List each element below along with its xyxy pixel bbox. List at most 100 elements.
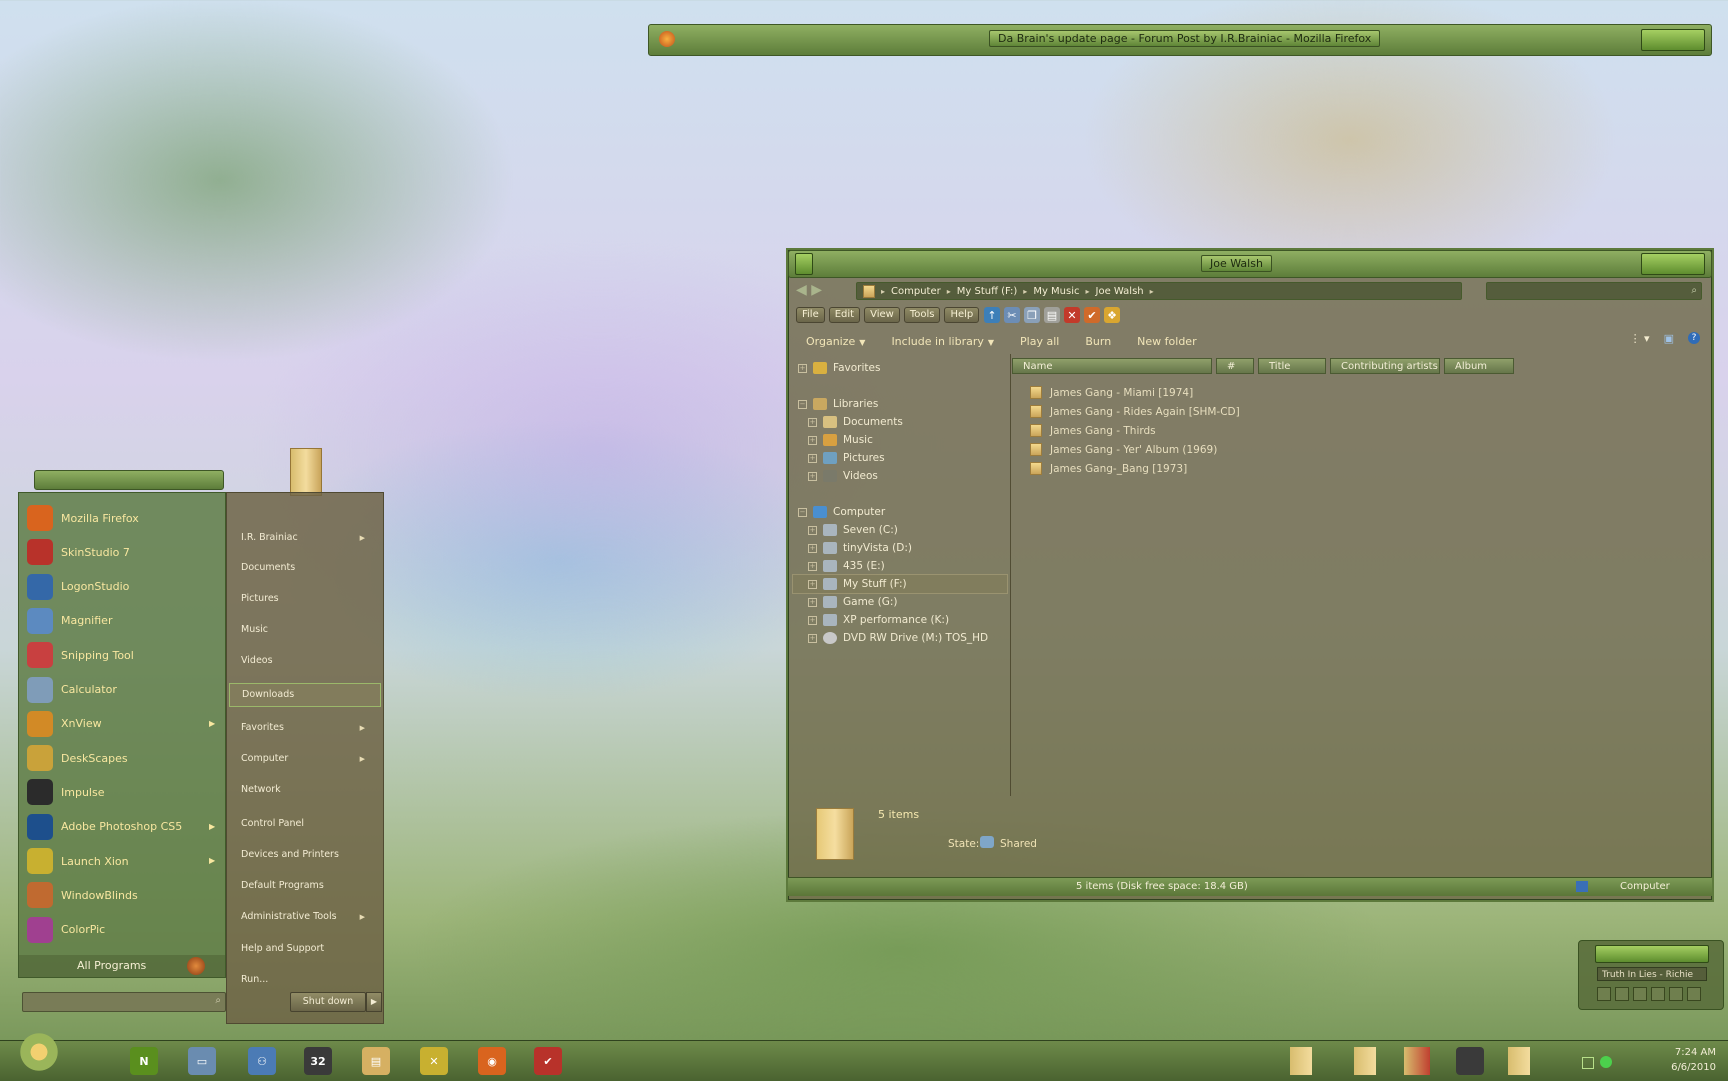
firefox-window[interactable]: Da Brain's update page - Forum Post by I…: [648, 24, 1712, 60]
menu-tools[interactable]: Tools: [903, 307, 941, 323]
xion-icon[interactable]: ✕: [420, 1047, 448, 1075]
firefox-titlebar[interactable]: Da Brain's update page - Forum Post by I…: [648, 24, 1712, 56]
start-place-item[interactable]: Default Programs: [229, 875, 379, 897]
nav-music[interactable]: + Music: [808, 434, 873, 446]
search-input[interactable]: ⌕: [1486, 282, 1702, 300]
start-program-item[interactable]: WindowBlinds: [27, 882, 138, 909]
start-place-item[interactable]: Videos: [229, 650, 379, 672]
nav-pictures[interactable]: + Pictures: [808, 452, 885, 464]
view-options-icon[interactable]: ⋮ ▾: [1630, 332, 1650, 345]
list-item[interactable]: James Gang - Miami [1974]: [1030, 386, 1193, 399]
nvidia-icon[interactable]: N: [130, 1047, 158, 1075]
start-program-item[interactable]: Magnifier: [27, 607, 112, 634]
next-icon[interactable]: [1669, 987, 1683, 1001]
up-icon[interactable]: ↑: [984, 307, 1000, 323]
cut-icon[interactable]: ✂: [1004, 307, 1020, 323]
nav-documents[interactable]: + Documents: [808, 416, 903, 428]
play-all-button[interactable]: Play all: [1020, 335, 1059, 348]
menu-file[interactable]: File: [796, 307, 825, 323]
list-item[interactable]: James Gang - Thirds: [1030, 424, 1156, 437]
start-place-item[interactable]: Run...: [229, 969, 379, 991]
collapse-icon[interactable]: −: [798, 399, 807, 409]
nav-drive-k[interactable]: + XP performance (K:): [808, 614, 949, 626]
burn-button[interactable]: Burn: [1085, 335, 1111, 348]
column-number[interactable]: #: [1216, 358, 1254, 374]
calendar-icon[interactable]: 32: [304, 1047, 332, 1075]
start-program-item[interactable]: Impulse: [27, 779, 104, 806]
breadcrumb-joewalsh[interactable]: Joe Walsh: [1096, 286, 1144, 297]
prev-icon[interactable]: [1597, 987, 1611, 1001]
nav-drive-f[interactable]: + My Stuff (F:): [808, 578, 907, 590]
explorer-icon[interactable]: ▤: [362, 1047, 390, 1075]
nav-drive-c[interactable]: + Seven (C:): [808, 524, 898, 536]
properties-icon[interactable]: ❖: [1104, 307, 1120, 323]
start-place-item[interactable]: Documents: [229, 557, 379, 579]
copy-icon[interactable]: ❐: [1024, 307, 1040, 323]
shutdown-button[interactable]: Shut down: [290, 992, 366, 1012]
delete-icon[interactable]: ✕: [1064, 307, 1080, 323]
start-program-item[interactable]: Adobe Photoshop CS5 ▶: [27, 813, 215, 840]
nav-videos[interactable]: + Videos: [808, 470, 878, 482]
computer-icon[interactable]: ▭: [188, 1047, 216, 1075]
user-folder-picture[interactable]: [290, 448, 322, 496]
start-place-item[interactable]: Administrative Tools ▶: [229, 906, 379, 928]
column-title[interactable]: Title: [1258, 358, 1326, 374]
start-place-item[interactable]: Help and Support: [229, 938, 379, 960]
start-place-item[interactable]: Computer ▶: [229, 748, 379, 770]
start-search-input[interactable]: ⌕: [22, 992, 226, 1012]
start-program-item[interactable]: Snipping Tool: [27, 642, 134, 669]
all-programs-button[interactable]: All Programs: [19, 955, 225, 977]
nav-drive-d[interactable]: + tinyVista (D:): [808, 542, 912, 554]
expand-icon[interactable]: +: [798, 363, 807, 373]
volume-icon[interactable]: [1687, 987, 1701, 1001]
start-orb[interactable]: [8, 1025, 70, 1079]
firefox-icon[interactable]: [659, 31, 675, 47]
paste-icon[interactable]: ▤: [1044, 307, 1060, 323]
status-light-icon[interactable]: [1600, 1056, 1612, 1068]
nav-libraries[interactable]: − Libraries: [798, 398, 878, 410]
back-forward-arrows[interactable]: ◀ ▶: [796, 282, 822, 298]
camera-icon[interactable]: [1456, 1047, 1484, 1075]
start-program-item[interactable]: Calculator: [27, 676, 117, 703]
new-folder-button[interactable]: New folder: [1137, 335, 1196, 348]
start-program-item[interactable]: SkinStudio 7: [27, 539, 130, 566]
stop-icon[interactable]: [1651, 987, 1665, 1001]
preview-pane-icon[interactable]: ▣: [1664, 332, 1674, 345]
nav-favorites[interactable]: + Favorites: [798, 362, 880, 374]
explorer-titlebar[interactable]: Joe Walsh: [788, 250, 1712, 278]
nav-computer[interactable]: − Computer: [798, 506, 885, 518]
start-place-item[interactable]: Favorites ▶: [229, 717, 379, 739]
start-program-item[interactable]: LogonStudio: [27, 573, 129, 600]
shutdown-options-icon[interactable]: ▶: [366, 992, 382, 1012]
window-controls[interactable]: [1641, 29, 1705, 51]
menu-view[interactable]: View: [864, 307, 900, 323]
network-icon[interactable]: ⚇: [248, 1047, 276, 1075]
breadcrumb-mystuff[interactable]: My Stuff (F:): [957, 286, 1018, 297]
start-place-item[interactable]: Devices and Printers: [229, 844, 379, 866]
search-icon[interactable]: ⌕: [215, 995, 221, 1006]
list-item[interactable]: James Gang - Rides Again [SHM-CD]: [1030, 405, 1240, 418]
start-place-item[interactable]: Network: [229, 779, 379, 801]
menu-help[interactable]: Help: [944, 307, 980, 323]
nav-drive-m[interactable]: + DVD RW Drive (M:) TOS_HD: [808, 632, 988, 644]
notes-icon[interactable]: [1404, 1047, 1430, 1075]
pause-icon[interactable]: [1633, 987, 1647, 1001]
start-program-item[interactable]: DeskScapes: [27, 745, 128, 772]
nav-drive-g[interactable]: + Game (G:): [808, 596, 897, 608]
folder-icon[interactable]: [1508, 1047, 1530, 1075]
column-contributing-artists[interactable]: Contributing artists: [1330, 358, 1440, 374]
start-place-item[interactable]: Control Panel: [229, 813, 379, 835]
menu-edit[interactable]: Edit: [828, 307, 861, 323]
help-icon[interactable]: ?: [1688, 332, 1700, 344]
clock[interactable]: 7:24 AM 6/6/2010: [1671, 1045, 1716, 1075]
breadcrumb-computer[interactable]: Computer: [891, 286, 941, 297]
start-program-item[interactable]: Launch Xion ▶: [27, 848, 215, 874]
column-album[interactable]: Album: [1444, 358, 1514, 374]
start-place-item[interactable]: Downloads: [229, 683, 381, 707]
breadcrumb-mymusic[interactable]: My Music: [1033, 286, 1079, 297]
start-program-item[interactable]: XnView ▶: [27, 710, 215, 737]
nav-drive-e[interactable]: +435 (E:): [808, 560, 885, 572]
start-place-item[interactable]: Music: [229, 619, 379, 641]
start-place-item[interactable]: Pictures: [229, 588, 379, 610]
include-in-library-button[interactable]: Include in library ▼: [891, 335, 994, 348]
